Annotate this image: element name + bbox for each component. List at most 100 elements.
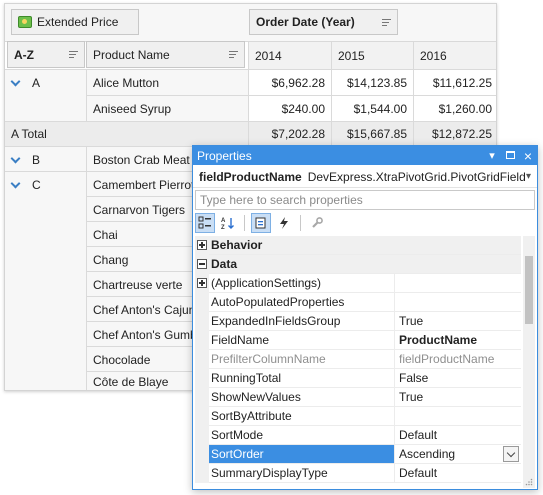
properties-title-bar[interactable]: Properties ▾ × (193, 146, 537, 165)
events-icon[interactable] (274, 213, 294, 233)
dropdown-arrow-icon[interactable] (503, 446, 519, 462)
column-header-2014[interactable]: 2014 (249, 42, 331, 70)
properties-toolbar: AZ (195, 212, 535, 234)
property-row[interactable]: ShowNewValues True (195, 388, 521, 407)
categorized-icon[interactable] (195, 213, 215, 233)
property-value[interactable]: True (395, 388, 521, 407)
row-gutter (195, 426, 209, 445)
property-row[interactable]: PrefilterColumnName fieldProductName (195, 350, 521, 369)
property-row[interactable]: FieldName ProductName (195, 331, 521, 350)
property-search-input[interactable]: Type here to search properties (195, 190, 535, 210)
row-gutter (195, 236, 209, 255)
row-total-label: A Total (11, 127, 47, 141)
object-name: fieldProductName (199, 169, 302, 184)
property-value[interactable]: False (395, 369, 521, 388)
property-value[interactable] (395, 293, 521, 312)
category-label: Data (209, 255, 395, 274)
dropdown-icon[interactable]: ▾ (486, 149, 498, 162)
data-cell[interactable]: $6,962.28 (249, 70, 331, 95)
row-gutter (195, 369, 209, 388)
row-gutter (195, 445, 209, 464)
property-name: ExpandedInFieldsGroup (209, 312, 395, 331)
data-cell[interactable]: $14,123.85 (332, 70, 413, 95)
property-name: SummaryDisplayType (209, 464, 395, 483)
chevron-down-icon[interactable] (11, 155, 20, 164)
data-field-extended-price[interactable]: Extended Price (11, 9, 139, 35)
expand-icon[interactable] (197, 278, 207, 288)
property-row[interactable]: RunningTotal False (195, 369, 521, 388)
svg-text:A: A (221, 218, 226, 224)
property-name: AutoPopulatedProperties (209, 293, 395, 312)
property-row[interactable]: (ApplicationSettings) (195, 274, 521, 293)
property-value[interactable] (395, 407, 521, 426)
row-header-product[interactable]: Aniseed Syrup (87, 96, 247, 121)
chevron-down-icon[interactable] (11, 78, 20, 87)
row-header-product[interactable]: Alice Mutton (87, 70, 247, 95)
total-cell: $12,872.25 (431, 127, 492, 141)
property-row[interactable]: AutoPopulatedProperties (195, 293, 521, 312)
alphabetical-icon[interactable]: AZ (218, 213, 238, 233)
property-row[interactable]: SortMode Default (195, 426, 521, 445)
svg-text:Z: Z (221, 225, 225, 230)
chevron-down-icon[interactable]: ▾ (526, 171, 531, 182)
property-row-selected[interactable]: SortOrder Ascending (195, 445, 521, 464)
row-gutter (195, 407, 209, 426)
property-value[interactable]: True (395, 312, 521, 331)
property-name: ShowNewValues (209, 388, 395, 407)
wrench-icon[interactable] (307, 213, 327, 233)
data-cell[interactable]: $1,544.00 (332, 96, 413, 121)
property-name: SortByAttribute (209, 407, 395, 426)
collapse-icon[interactable] (197, 259, 207, 269)
row-gutter (195, 293, 209, 312)
property-value[interactable]: Default (395, 426, 521, 445)
column-header-2016[interactable]: 2016 (414, 42, 496, 70)
property-row[interactable]: SortByAttribute (195, 407, 521, 426)
maximize-icon[interactable] (504, 150, 516, 162)
data-cell[interactable]: $1,260.00 (414, 96, 496, 121)
property-value-dropdown[interactable]: Ascending (395, 445, 521, 464)
category-label: Behavior (209, 236, 395, 255)
property-value[interactable] (395, 274, 521, 293)
row-field-az-label: A-Z (14, 47, 34, 62)
resize-grip-icon[interactable] (525, 478, 533, 486)
property-value: Ascending (399, 447, 456, 461)
category-data[interactable]: Data (195, 255, 521, 274)
row-gutter (195, 331, 209, 350)
property-name: SortOrder (209, 445, 395, 464)
category-behavior[interactable]: Behavior (195, 236, 521, 255)
row-gutter (195, 312, 209, 331)
vertical-scrollbar[interactable] (523, 236, 535, 488)
row-field-product-name[interactable]: Product Name (86, 41, 245, 68)
data-cell[interactable]: $11,612.25 (414, 70, 496, 95)
row-group-a[interactable]: A (5, 70, 85, 95)
properties-title: Properties (197, 148, 252, 163)
column-field-order-year[interactable]: Order Date (Year) (249, 9, 398, 35)
row-group-c[interactable]: C (5, 172, 85, 197)
property-name: PrefilterColumnName (209, 350, 395, 369)
property-value[interactable]: fieldProductName (395, 350, 521, 369)
category-fill (395, 255, 521, 274)
property-name: (ApplicationSettings) (209, 274, 395, 293)
column-header-2015[interactable]: 2015 (332, 42, 413, 70)
row-group-b[interactable]: B (5, 147, 85, 172)
properties-icon[interactable] (251, 213, 271, 233)
object-type: DevExpress.XtraPivotGrid.PivotGridField (307, 169, 526, 184)
sort-indicator-icon (69, 51, 78, 58)
properties-window: Properties ▾ × fieldProductName DevExpre… (192, 145, 538, 490)
row-gutter (195, 350, 209, 369)
property-name: RunningTotal (209, 369, 395, 388)
sort-indicator-icon (382, 18, 391, 26)
row-field-product-label: Product Name (93, 47, 170, 62)
row-field-az[interactable]: A-Z (7, 41, 85, 68)
data-cell[interactable]: $240.00 (249, 96, 331, 121)
scrollbar-thumb[interactable] (525, 256, 533, 324)
expand-icon[interactable] (197, 240, 207, 250)
property-value[interactable]: Default (395, 464, 521, 483)
chevron-down-icon[interactable] (11, 180, 20, 189)
object-selector[interactable]: fieldProductName DevExpress.XtraPivotGri… (193, 166, 537, 188)
total-cell: $7,202.28 (271, 127, 325, 141)
property-row[interactable]: SummaryDisplayType Default (195, 464, 521, 483)
property-value[interactable]: ProductName (395, 331, 521, 350)
property-row[interactable]: ExpandedInFieldsGroup True (195, 312, 521, 331)
close-icon[interactable]: × (522, 149, 534, 163)
